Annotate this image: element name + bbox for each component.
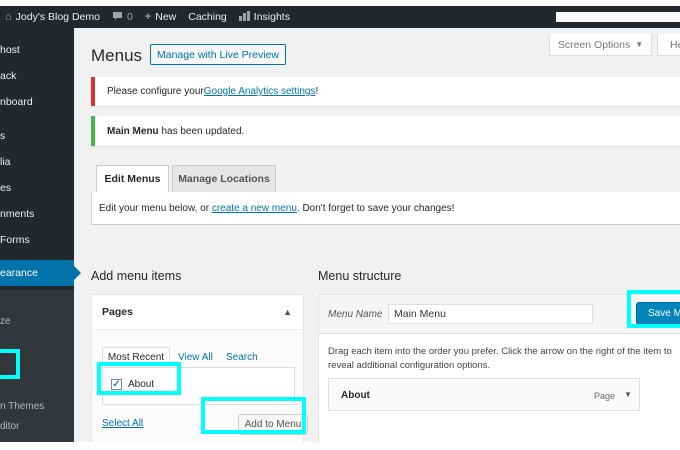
menu-item-about[interactable]: About Page ▼ — [328, 378, 640, 411]
submenu-item-install-themes[interactable]: n Themes — [0, 401, 74, 412]
manage-live-preview-button[interactable]: Manage with Live Preview — [150, 44, 286, 65]
sidebar-item-appearance[interactable]: earance — [0, 260, 81, 286]
bar-chart-icon — [238, 10, 250, 24]
sidebar-item-jetpack[interactable]: ack — [0, 63, 74, 89]
submenu-item-label: ze — [0, 316, 11, 327]
submenu-item-label: ditor — [0, 421, 20, 432]
menu-structure-panel: Menu Name Main Menu Save Menu Drag each … — [318, 294, 680, 442]
submenu-item-editor[interactable]: ditor — [0, 421, 74, 432]
submenu-item-customize[interactable]: ze — [0, 316, 74, 327]
page-title: Menus — [91, 46, 143, 65]
sidebar-item-label: nments — [0, 208, 35, 220]
create-new-menu-link[interactable]: create a new menu — [212, 203, 297, 214]
admin-bar: ⌂ Jody's Blog Demo 0 + New Caching Insig… — [0, 6, 680, 28]
menu-name-label: Menu Name — [328, 309, 383, 320]
sidebar-item-label: nboard — [0, 96, 33, 108]
site-name-label: Jody's Blog Demo — [15, 11, 100, 23]
menu-updated-notice: Main Menu has been updated. — [91, 116, 680, 146]
notice-text-end: ! — [315, 86, 319, 97]
sidebar-item-label: es — [0, 182, 12, 194]
menu-structure-header: Menu Name Main Menu Save Menu — [319, 295, 680, 334]
menu-item-type: Page — [594, 391, 616, 401]
manage-text: Edit your menu below, or — [99, 202, 212, 214]
highlight-add-to-menu — [201, 397, 306, 434]
pages-panel-header[interactable]: Pages ▲ — [92, 295, 303, 330]
sidebar-item-media[interactable]: lia — [0, 149, 74, 175]
screen-options-label: Screen Options — [557, 38, 631, 51]
sidebar-item-label: s — [0, 130, 6, 142]
sidebar-item-host[interactable]: host — [0, 37, 74, 63]
insights-link[interactable]: Insights — [233, 6, 296, 28]
comment-bubble-icon — [112, 11, 123, 24]
wp-admin-window: ⌂ Jody's Blog Demo 0 + New Caching Insig… — [0, 6, 680, 442]
admin-sidebar: host ack nboard s lia es nments Forms ea… — [0, 28, 81, 442]
highlight-menus-submenu — [0, 349, 20, 379]
tab-view-all[interactable]: View All — [178, 352, 213, 363]
new-label: New — [155, 11, 177, 23]
menu-name-input[interactable]: Main Menu — [388, 304, 593, 324]
highlight-save-menu — [627, 290, 680, 328]
screen-options-button[interactable]: Screen Options ▼ — [549, 34, 652, 56]
sidebar-item-label: Forms — [0, 234, 30, 246]
sidebar-item-pages[interactable]: es — [0, 175, 74, 201]
sidebar-item-comments[interactable]: nments — [0, 201, 74, 227]
select-all-link[interactable]: Select All — [102, 418, 143, 429]
site-name-link[interactable]: ⌂ Jody's Blog Demo — [0, 6, 106, 28]
menu-item-title: About — [341, 390, 370, 401]
new-content-link[interactable]: + New — [139, 6, 182, 28]
sidebar-item-forms[interactable]: Forms — [0, 227, 74, 253]
submenu-item-label: n Themes — [0, 401, 45, 412]
analytics-settings-link[interactable]: Google Analytics settings — [204, 86, 316, 97]
caching-label: Caching — [188, 11, 227, 23]
menu-structure-title: Menu structure — [318, 269, 402, 283]
sidebar-item-label: host — [0, 44, 20, 56]
collapse-arrow-icon[interactable]: ▲ — [283, 307, 292, 317]
admin-bar-search-field[interactable] — [556, 12, 680, 22]
comments-link[interactable]: 0 — [106, 6, 139, 28]
manage-text-end: . Don't forget to save your changes! — [296, 202, 455, 214]
manage-menus-box: Edit your menu below, or create a new me… — [91, 192, 680, 225]
sidebar-item-label: ack — [0, 70, 17, 82]
tab-edit-menus[interactable]: Edit Menus — [96, 165, 169, 193]
sidebar-item-label: earance — [0, 267, 38, 279]
sidebar-item-posts[interactable]: s — [0, 123, 74, 149]
expand-arrow-icon[interactable]: ▼ — [624, 390, 632, 399]
sidebar-item-label: lia — [0, 156, 11, 168]
tab-search[interactable]: Search — [226, 352, 258, 363]
insights-label: Insights — [253, 11, 290, 23]
sidebar-item-dashboard[interactable]: nboard — [0, 89, 74, 115]
pages-panel-title: Pages — [102, 306, 133, 318]
analytics-error-notice: Please configure your Google Analytics s… — [91, 77, 680, 106]
help-label: He — [670, 39, 680, 51]
caching-link[interactable]: Caching — [182, 6, 233, 28]
comments-count: 0 — [126, 11, 133, 23]
drag-instructions: Drag each item into the order you prefer… — [328, 346, 672, 371]
caret-down-icon: ▼ — [635, 40, 644, 49]
tab-manage-locations[interactable]: Manage Locations — [172, 165, 276, 193]
highlight-about-checkbox — [97, 362, 181, 395]
notice-text: has been updated. — [158, 125, 245, 137]
home-icon: ⌂ — [5, 11, 12, 23]
menu-name-strong: Main Menu — [107, 125, 159, 137]
plus-icon: + — [144, 11, 152, 23]
notice-text: Please configure your — [107, 86, 204, 97]
help-button[interactable]: He — [657, 34, 680, 56]
add-menu-items-title: Add menu items — [91, 269, 182, 283]
